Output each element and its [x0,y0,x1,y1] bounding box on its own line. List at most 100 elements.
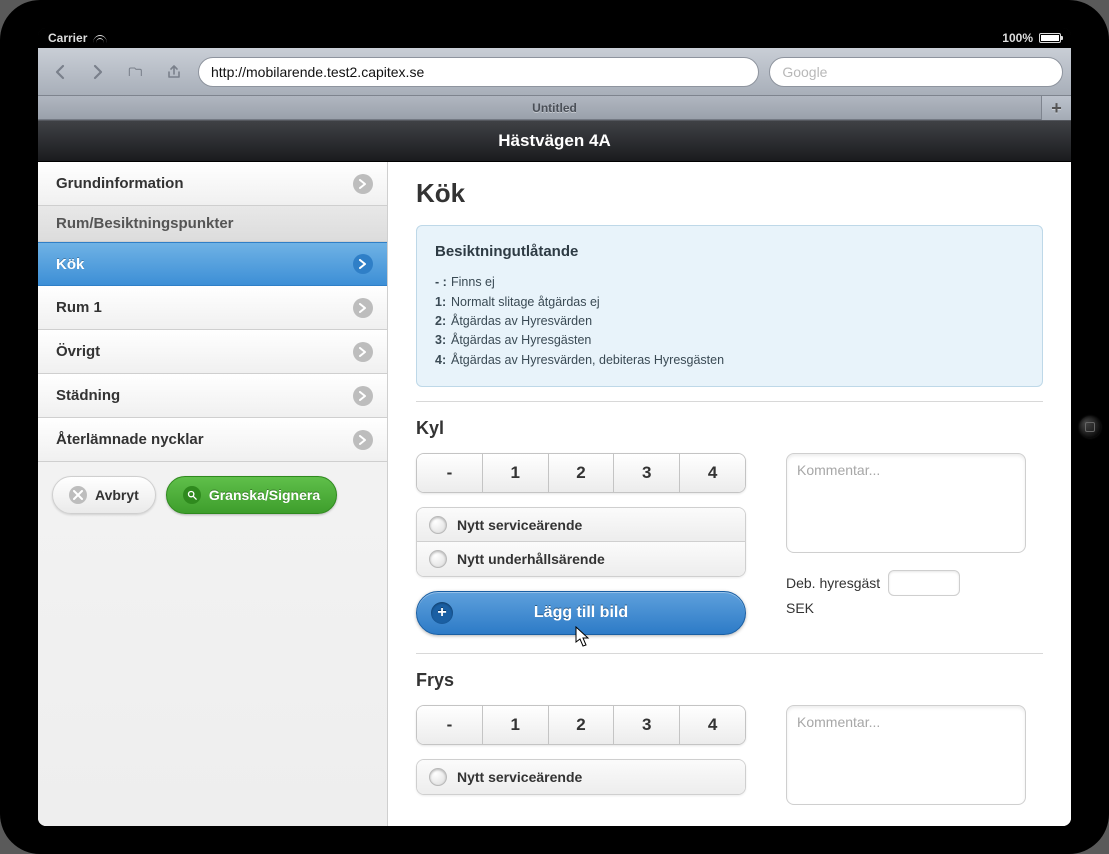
page-heading: Kök [416,178,1043,209]
divider [416,653,1043,654]
status-bar: Carrier 100% [38,28,1071,48]
info-val: Normalt slitage åtgärdas ej [451,293,600,312]
tab-bar: Untitled + [38,96,1071,120]
cancel-label: Avbryt [95,487,139,503]
carrier-label: Carrier [48,31,87,45]
chevron-right-icon [353,298,373,318]
info-val: Åtgärdas av Hyresgästen [451,331,591,350]
rating-2[interactable]: 2 [549,454,615,492]
sidebar-item-label: Kök [56,256,84,273]
section-title: Kyl [416,418,1043,439]
rating-2[interactable]: 2 [549,706,615,744]
info-key: - : [435,273,451,292]
sidebar-actions: Avbryt Granska/Signera [38,462,387,528]
sidebar-item-label: Återlämnade nycklar [56,431,204,448]
radio-icon [429,550,447,568]
magnify-icon [183,486,201,504]
radio-servicearende[interactable]: Nytt serviceärende [417,760,745,794]
review-label: Granska/Signera [209,487,320,503]
section-title: Frys [416,670,1043,691]
chevron-right-icon [353,342,373,362]
bookmarks-icon[interactable] [122,58,150,86]
comment-textarea[interactable] [786,705,1026,805]
rating-segmented: - 1 2 3 4 [416,453,746,493]
info-val: Finns ej [451,273,495,292]
radio-label: Nytt serviceärende [457,517,582,533]
sidebar-item-label: Rum/Besiktningspunkter [56,215,234,232]
chevron-right-icon [353,386,373,406]
chevron-right-icon [353,430,373,450]
sidebar-item-label: Rum 1 [56,299,102,316]
review-sign-button[interactable]: Granska/Signera [166,476,337,514]
url-field[interactable]: http://mobilarende.test2.capitex.se [198,57,759,87]
deb-label: Deb. hyresgäst [786,575,880,591]
deb-unit: SEK [786,600,814,616]
sidebar-item-ovrigt[interactable]: Övrigt [38,330,387,374]
chevron-right-icon [353,254,373,274]
rating-dash[interactable]: - [417,706,483,744]
info-key: 3: [435,331,451,350]
radio-icon [429,768,447,786]
battery-pct: 100% [1002,31,1033,45]
chevron-right-icon [353,174,373,194]
rating-1[interactable]: 1 [483,454,549,492]
sidebar-subheader-rum: Rum/Besiktningspunkter [38,206,387,242]
rating-3[interactable]: 3 [614,454,680,492]
info-title: Besiktningutlåtande [435,240,1024,263]
rating-3[interactable]: 3 [614,706,680,744]
sidebar-item-nycklar[interactable]: Återlämnade nycklar [38,418,387,462]
ipad-home-button[interactable] [1079,416,1101,438]
sidebar-item-rum1[interactable]: Rum 1 [38,286,387,330]
plus-icon: + [431,602,453,624]
radio-underhallsarende[interactable]: Nytt underhållsärende [417,542,745,576]
radio-label: Nytt serviceärende [457,769,582,785]
info-box: Besiktningutlåtande - :Finns ej 1:Normal… [416,225,1043,387]
screen: Carrier 100% http://mobilarende.test2.c [38,28,1071,826]
section-frys: Frys - 1 2 3 4 [416,670,1043,810]
issue-type-list: Nytt serviceärende Nytt underhållsärende [416,507,746,577]
info-key: 4: [435,351,451,370]
main-panel[interactable]: Kök Besiktningutlåtande - :Finns ej 1:No… [388,162,1071,826]
sidebar-item-label: Grundinformation [56,175,184,192]
deb-row: Deb. hyresgäst [786,570,1043,596]
cancel-button[interactable]: Avbryt [52,476,156,514]
wifi-icon [93,33,107,43]
sidebar-item-label: Städning [56,387,120,404]
add-image-button[interactable]: + Lägg till bild [416,591,746,635]
radio-servicearende[interactable]: Nytt serviceärende [417,508,745,542]
back-button[interactable] [46,58,74,86]
app-title-bar: Hästvägen 4A [38,120,1071,162]
share-icon[interactable] [160,58,188,86]
forward-button[interactable] [84,58,112,86]
sidebar-item-label: Övrigt [56,343,100,360]
sidebar-item-kok[interactable]: Kök [38,242,387,286]
info-key: 2: [435,312,451,331]
deb-input[interactable] [888,570,960,596]
app-title: Hästvägen 4A [498,131,610,151]
rating-1[interactable]: 1 [483,706,549,744]
sidebar-item-stadning[interactable]: Städning [38,374,387,418]
cancel-icon [69,486,87,504]
comment-textarea[interactable] [786,453,1026,553]
sidebar: Grundinformation Rum/Besiktningspunkter … [38,162,388,826]
battery-icon [1039,33,1061,43]
new-tab-button[interactable]: + [1041,96,1071,120]
section-kyl: Kyl - 1 2 3 4 [416,418,1043,654]
radio-label: Nytt underhållsärende [457,551,605,567]
info-val: Åtgärdas av Hyresvärden, debiteras Hyres… [451,351,724,370]
radio-icon [429,516,447,534]
ipad-frame: Carrier 100% http://mobilarende.test2.c [0,0,1109,854]
divider [416,401,1043,402]
info-val: Åtgärdas av Hyresvärden [451,312,592,331]
info-key: 1: [435,293,451,312]
sidebar-item-grundinformation[interactable]: Grundinformation [38,162,387,206]
rating-4[interactable]: 4 [680,706,745,744]
issue-type-list: Nytt serviceärende [416,759,746,795]
rating-dash[interactable]: - [417,454,483,492]
browser-toolbar: http://mobilarende.test2.capitex.se Goog… [38,48,1071,96]
rating-4[interactable]: 4 [680,454,745,492]
content-area: Grundinformation Rum/Besiktningspunkter … [38,162,1071,826]
search-field[interactable]: Google [769,57,1063,87]
rating-segmented: - 1 2 3 4 [416,705,746,745]
tab-title[interactable]: Untitled [532,101,577,115]
